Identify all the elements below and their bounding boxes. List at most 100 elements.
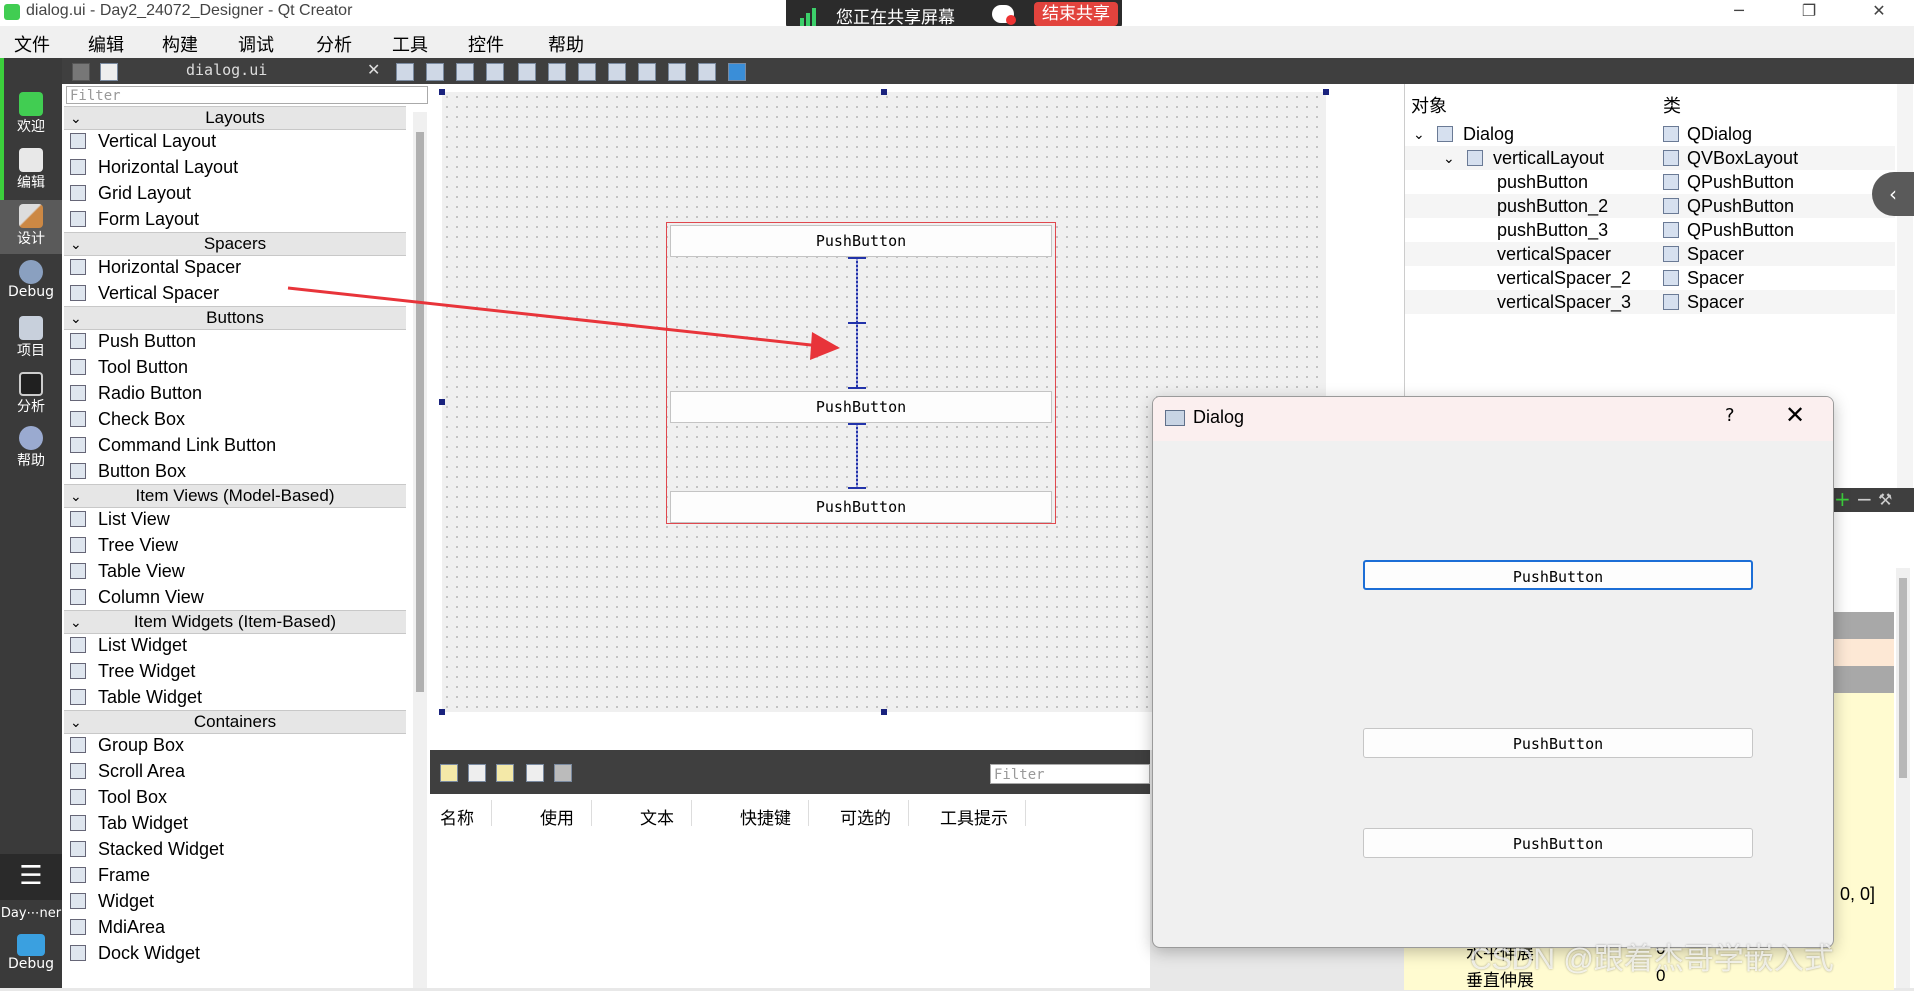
paste-action-icon[interactable] [496, 764, 514, 782]
menu-build[interactable]: 构建 [162, 31, 198, 57]
vertical-spacer-1[interactable] [848, 257, 866, 389]
object-tree-row[interactable]: verticalSpacer Spacer [1405, 242, 1895, 266]
run-config-selector[interactable]: Debug [0, 930, 62, 984]
form-push-button-3[interactable]: PushButton [670, 491, 1052, 523]
widget-box-scrollbar[interactable] [413, 112, 427, 988]
collapse-panel-button[interactable]: ‹ [1872, 172, 1914, 216]
layout-vertical-icon[interactable] [548, 63, 566, 81]
inspector-scrollbar[interactable] [1897, 84, 1913, 488]
widget-item[interactable]: Table View [64, 558, 406, 584]
object-tree-row[interactable]: pushButton QPushButton [1405, 170, 1895, 194]
widget-item[interactable]: Tree View [64, 532, 406, 558]
widget-item[interactable]: Vertical Layout [64, 128, 406, 154]
break-layout-icon[interactable] [698, 63, 716, 81]
widget-category-header[interactable]: ⌄ Spacers [64, 232, 406, 256]
new-action-icon[interactable] [440, 764, 458, 782]
dialog-push-button-2[interactable]: PushButton [1363, 728, 1753, 758]
widget-category-header[interactable]: ⌄ Layouts [64, 106, 406, 130]
property-scrollbar[interactable] [1896, 568, 1910, 988]
vertical-spacer-2[interactable] [848, 423, 866, 489]
menu-help[interactable]: 帮助 [548, 31, 584, 57]
menu-debug[interactable]: 调试 [238, 31, 274, 57]
widget-item[interactable]: Horizontal Spacer [64, 254, 406, 280]
widget-item[interactable]: Vertical Spacer [64, 280, 406, 306]
layout-v-splitter-icon[interactable] [608, 63, 626, 81]
widget-item[interactable]: Horizontal Layout [64, 154, 406, 180]
widget-item[interactable]: Push Button [64, 328, 406, 354]
edit-buddies-icon[interactable] [456, 63, 474, 81]
widget-category-header[interactable]: ⌄ Buttons [64, 306, 406, 330]
menu-edit[interactable]: 编辑 [88, 31, 124, 57]
mode-debug[interactable]: Debug [0, 256, 62, 310]
resize-handle[interactable] [439, 709, 445, 715]
document-selector[interactable]: dialog.ui▼ [186, 61, 419, 81]
widget-category-header[interactable]: ⌄ Item Widgets (Item-Based) [64, 610, 406, 634]
widget-item[interactable]: Tool Box [64, 784, 406, 810]
widget-item[interactable]: MdiArea [64, 914, 406, 940]
add-property-icon[interactable]: + [1834, 488, 1851, 510]
lock-icon[interactable] [72, 63, 90, 81]
maximize-button[interactable]: ❐ [1786, 0, 1832, 26]
chevron-down-icon[interactable]: ⌄ [1443, 146, 1455, 170]
menu-analyze[interactable]: 分析 [316, 31, 352, 57]
mode-welcome[interactable]: 欢迎 [0, 88, 62, 142]
scrollbar-thumb[interactable] [1899, 578, 1907, 778]
mode-design[interactable]: 设计 [0, 200, 62, 254]
dialog-push-button-1[interactable]: PushButton [1363, 560, 1753, 590]
widget-item[interactable]: Check Box [64, 406, 406, 432]
copy-action-icon[interactable] [468, 764, 486, 782]
widget-item[interactable]: Table Widget [64, 684, 406, 710]
action-filter-input[interactable]: Filter [990, 764, 1150, 784]
widget-filter-input[interactable]: Filter [66, 86, 428, 104]
adjust-size-icon[interactable] [728, 63, 746, 81]
widget-category-header[interactable]: ⌄ Containers [64, 710, 406, 734]
dialog-push-button-3[interactable]: PushButton [1363, 828, 1753, 858]
scrollbar-thumb[interactable] [416, 132, 424, 692]
vertical-layout-frame[interactable]: PushButton PushButton PushButton [666, 222, 1056, 524]
column-text[interactable]: 文本 [640, 800, 692, 829]
object-tree-row[interactable]: verticalSpacer_2 Spacer [1405, 266, 1895, 290]
widget-item[interactable]: List View [64, 506, 406, 532]
configure-wrench-icon[interactable] [554, 764, 572, 782]
object-tree-row[interactable]: pushButton_3 QPushButton [1405, 218, 1895, 242]
header-class[interactable]: 类 [1663, 92, 1681, 118]
widget-item[interactable]: Tab Widget [64, 810, 406, 836]
dialog-preview-window[interactable]: Dialog ? ✕ PushButton PushButton PushBut… [1152, 396, 1834, 948]
chevron-down-icon[interactable]: ⌄ [1413, 122, 1425, 146]
widget-item[interactable]: Scroll Area [64, 758, 406, 784]
dialog-close-button[interactable]: ✕ [1785, 401, 1805, 429]
layout-horizontal-icon[interactable] [518, 63, 536, 81]
widget-item[interactable]: Stacked Widget [64, 836, 406, 862]
dialog-help-button[interactable]: ? [1725, 405, 1735, 426]
edit-widgets-icon[interactable] [396, 63, 414, 81]
mode-edit[interactable]: 编辑 [0, 144, 62, 198]
mode-project[interactable]: 项目 [0, 312, 62, 366]
configure-wrench-icon[interactable]: ⚒ [1878, 488, 1892, 512]
object-tree-row[interactable]: ⌄ verticalLayout QVBoxLayout [1405, 146, 1895, 170]
minimize-button[interactable]: ─ [1716, 0, 1762, 26]
widget-item[interactable]: Dock Widget [64, 940, 406, 966]
menu-tools[interactable]: 工具 [392, 31, 428, 57]
layout-form-icon[interactable] [638, 63, 656, 81]
dialog-title-bar[interactable]: Dialog ? ✕ [1153, 397, 1833, 441]
resize-handle[interactable] [881, 89, 887, 95]
edit-tab-order-icon[interactable] [486, 63, 504, 81]
layout-grid-icon[interactable] [668, 63, 686, 81]
widget-item[interactable]: Command Link Button [64, 432, 406, 458]
object-tree-row[interactable]: pushButton_2 QPushButton [1405, 194, 1895, 218]
column-tooltip[interactable]: 工具提示 [940, 800, 1026, 829]
menu-controls[interactable]: 控件 [468, 31, 504, 57]
mode-analyze[interactable]: 分析 [0, 368, 62, 422]
form-push-button-1[interactable]: PushButton [670, 225, 1052, 257]
object-tree-row[interactable]: ⌄ Dialog QDialog [1405, 122, 1895, 146]
widget-item[interactable]: Button Box [64, 458, 406, 484]
object-tree-row[interactable]: verticalSpacer_3 Spacer [1405, 290, 1895, 314]
column-shortcut[interactable]: 快捷键 [740, 800, 809, 829]
widget-item[interactable]: Tree Widget [64, 658, 406, 684]
resize-handle[interactable] [439, 399, 445, 405]
widget-item[interactable]: Group Box [64, 732, 406, 758]
column-checkable[interactable]: 可选的 [840, 800, 909, 829]
widget-category-header[interactable]: ⌄ Item Views (Model-Based) [64, 484, 406, 508]
column-used[interactable]: 使用 [540, 800, 592, 829]
remove-property-icon[interactable]: − [1856, 488, 1873, 510]
